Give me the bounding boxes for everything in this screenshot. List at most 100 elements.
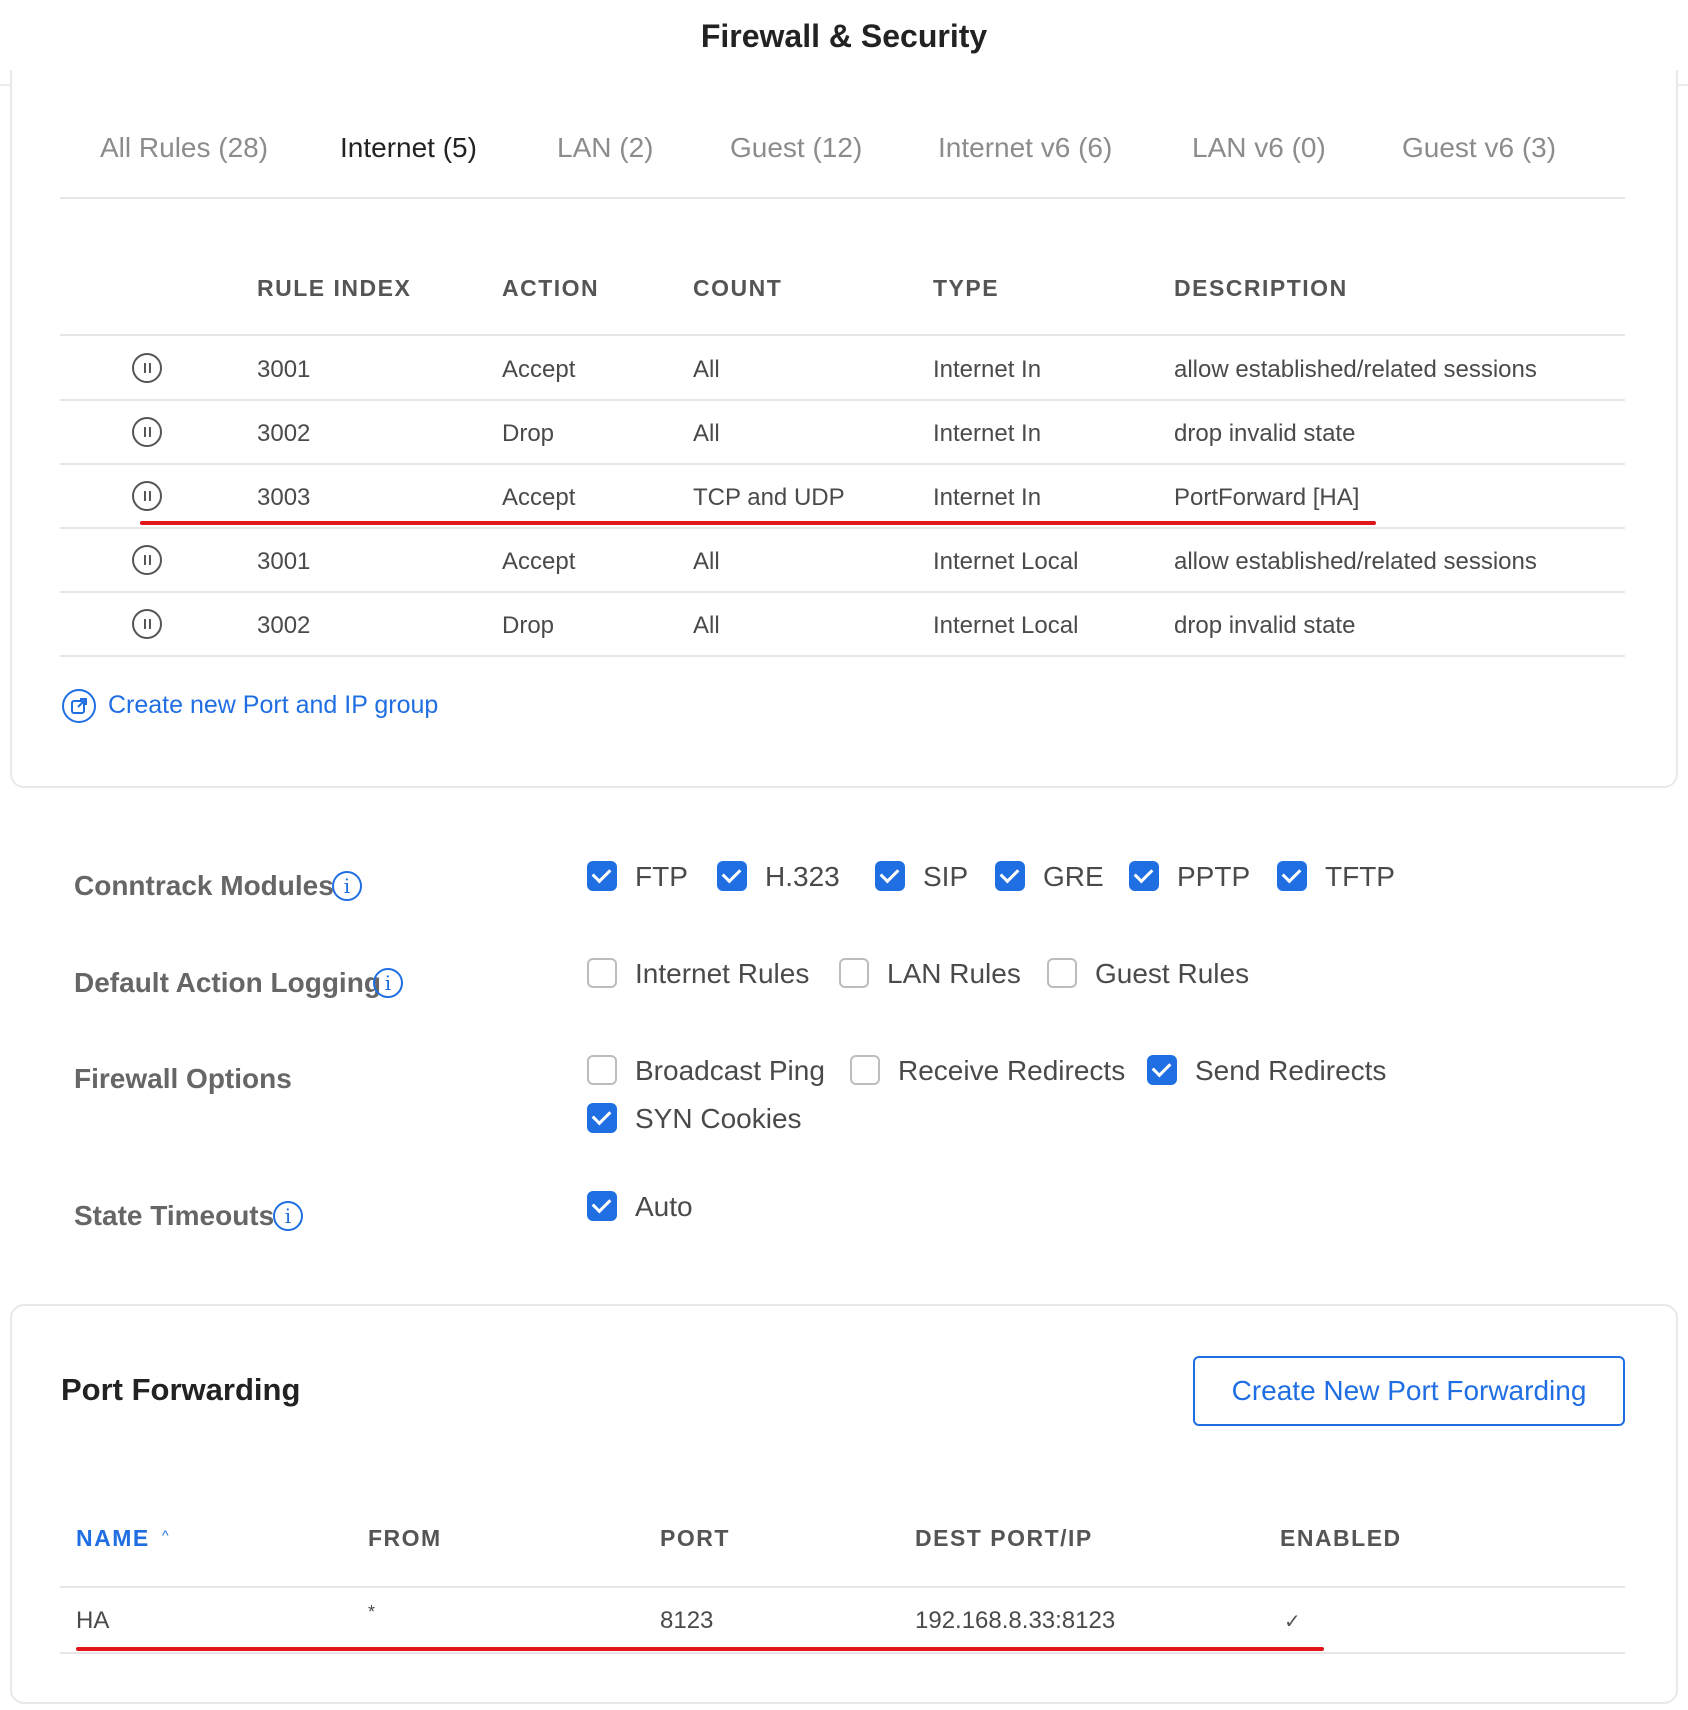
rule-action: Drop	[502, 612, 555, 639]
checkbox-sip-label: SIP	[923, 861, 969, 892]
rule-type: Internet In	[933, 484, 1042, 511]
col-count: COUNT	[693, 275, 783, 301]
pf-row-divider	[60, 1652, 1625, 1654]
checkbox-pptp[interactable]	[1129, 861, 1159, 891]
checkbox-gre[interactable]	[995, 861, 1025, 891]
rule-index: 3002	[257, 612, 311, 639]
pause-icon[interactable]	[132, 481, 162, 511]
rule-count: All	[693, 548, 720, 575]
create-port-ip-group-link[interactable]: Create new Port and IP group	[108, 691, 438, 720]
checkbox-sip[interactable]	[875, 861, 905, 891]
firewall-options-label: Firewall Options	[74, 1063, 292, 1094]
checkbox-internet-rules-label: Internet Rules	[635, 958, 810, 989]
rule-index: 3003	[257, 484, 311, 511]
pf-header-divider	[60, 1586, 1625, 1588]
checkbox-syn-cookies-label: SYN Cookies	[635, 1103, 802, 1134]
rule-count: TCP and UDP	[693, 484, 845, 511]
checkbox-receive-redirects[interactable]	[850, 1055, 880, 1085]
pause-icon[interactable]	[132, 353, 162, 383]
rule-index: 3002	[257, 420, 311, 447]
checkbox-h323-label: H.323	[765, 861, 840, 892]
rule-description: PortForward [HA]	[1174, 484, 1360, 511]
rule-type: Internet In	[933, 420, 1042, 447]
checkbox-guest-rules-label: Guest Rules	[1095, 958, 1250, 989]
col-description: DESCRIPTION	[1174, 275, 1348, 301]
sort-asc-icon[interactable]: ^	[162, 1527, 169, 1543]
create-port-forwarding-button[interactable]: Create New Port Forwarding	[1193, 1356, 1625, 1426]
tab-guest-v6[interactable]: Guest v6 (3)	[1402, 132, 1556, 164]
tab-lan-v6[interactable]: LAN v6 (0)	[1192, 132, 1326, 164]
col-type: TYPE	[933, 275, 1000, 301]
tab-internet-v6[interactable]: Internet v6 (6)	[938, 132, 1112, 164]
checkbox-gre-label: GRE	[1043, 861, 1104, 892]
col-action: ACTION	[502, 275, 600, 301]
rule-description: drop invalid state	[1174, 420, 1356, 447]
checkbox-internet-rules[interactable]	[587, 958, 617, 988]
rule-index: 3001	[257, 548, 311, 575]
external-link-icon[interactable]	[62, 689, 96, 723]
col-enabled: ENABLED	[1280, 1525, 1402, 1551]
info-icon[interactable]: i	[273, 1201, 303, 1231]
checkbox-tftp-label: TFTP	[1325, 861, 1395, 892]
highlight-underline	[140, 521, 1376, 525]
col-rule-index: RULE INDEX	[257, 275, 412, 301]
col-port: PORT	[660, 1525, 730, 1551]
info-icon[interactable]: i	[373, 968, 403, 998]
conntrack-modules-label: Conntrack Modules	[74, 870, 334, 901]
pause-icon[interactable]	[132, 545, 162, 575]
col-from: FROM	[368, 1525, 442, 1551]
checkbox-pptp-label: PPTP	[1177, 861, 1251, 892]
pause-icon[interactable]	[132, 417, 162, 447]
row-divider	[60, 463, 1625, 465]
rule-type: Internet In	[933, 356, 1042, 383]
pf-dest: 192.168.8.33:8123	[915, 1607, 1116, 1634]
page-title: Firewall & Security	[700, 18, 988, 54]
checkbox-send-redirects[interactable]	[1147, 1055, 1177, 1085]
rule-description: drop invalid state	[1174, 612, 1356, 639]
info-icon[interactable]: i	[332, 871, 362, 901]
pf-port: 8123	[660, 1607, 714, 1634]
rule-action: Accept	[502, 484, 576, 511]
col-name[interactable]: NAME	[76, 1525, 150, 1552]
state-timeouts-label: State Timeouts	[74, 1200, 275, 1231]
checkbox-syn-cookies[interactable]	[587, 1103, 617, 1133]
pause-icon[interactable]	[132, 609, 162, 639]
checkbox-auto[interactable]	[587, 1191, 617, 1221]
tab-lan[interactable]: LAN (2)	[557, 132, 653, 164]
tabs-divider	[60, 197, 1625, 199]
checkbox-h323[interactable]	[717, 861, 747, 891]
checkbox-broadcast-ping[interactable]	[587, 1055, 617, 1085]
checkbox-tftp[interactable]	[1277, 861, 1307, 891]
pf-name[interactable]: HA	[76, 1607, 109, 1635]
tab-all-rules[interactable]: All Rules (28)	[100, 132, 268, 164]
checkbox-ftp[interactable]	[587, 861, 617, 891]
checkbox-broadcast-ping-label: Broadcast Ping	[635, 1055, 825, 1086]
checkbox-guest-rules[interactable]	[1047, 958, 1077, 988]
rule-type: Internet Local	[933, 548, 1079, 575]
row-divider	[60, 591, 1625, 593]
rule-description: allow established/related sessions	[1174, 548, 1537, 575]
checkbox-ftp-label: FTP	[635, 861, 688, 892]
rule-count: All	[693, 356, 720, 383]
checkbox-lan-rules[interactable]	[839, 958, 869, 988]
highlight-underline	[76, 1647, 1324, 1651]
rule-action: Accept	[502, 356, 576, 383]
checkbox-receive-redirects-label: Receive Redirects	[898, 1055, 1126, 1086]
pf-from: *	[368, 1602, 376, 1622]
tab-guest[interactable]: Guest (12)	[730, 132, 862, 164]
table-header-divider	[60, 334, 1625, 336]
row-divider	[60, 399, 1625, 401]
rule-type: Internet Local	[933, 612, 1079, 639]
default-action-logging-label: Default Action Logging	[74, 967, 381, 998]
row-divider	[60, 655, 1625, 657]
rule-action: Drop	[502, 420, 555, 447]
pf-enabled-check-icon: ✓	[1284, 1611, 1301, 1633]
checkbox-auto-label: Auto	[635, 1191, 693, 1222]
checkbox-send-redirects-label: Send Redirects	[1195, 1055, 1387, 1086]
tab-internet[interactable]: Internet (5)	[340, 132, 477, 164]
rule-index: 3001	[257, 356, 311, 383]
checkbox-lan-rules-label: LAN Rules	[887, 958, 1021, 989]
rule-action: Accept	[502, 548, 576, 575]
rule-count: All	[693, 612, 720, 639]
row-divider	[60, 527, 1625, 529]
